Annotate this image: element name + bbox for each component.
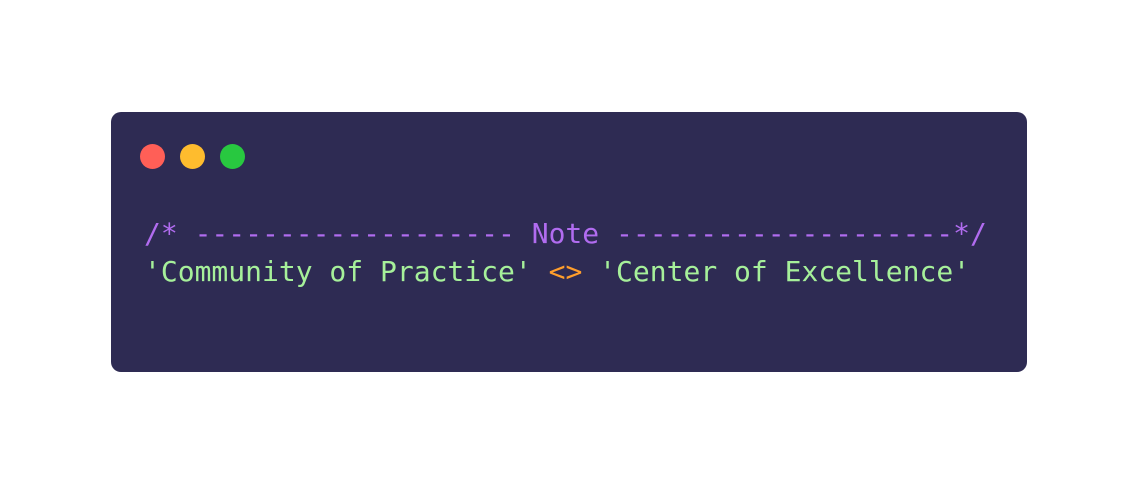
window-controls [140,144,245,169]
code-window: /* ------------------- Note ------------… [111,112,1027,372]
operator: <> [548,255,583,288]
minimize-button[interactable] [180,144,205,169]
comment-line: /* ------------------- Note ------------… [144,217,987,250]
code-block: /* ------------------- Note ------------… [144,215,987,291]
close-button[interactable] [140,144,165,169]
code-line: 'Community of Practice' <> 'Center of Ex… [144,253,987,291]
string-literal: 'Community of Practice' [144,255,532,288]
string-literal: 'Center of Excellence' [599,255,971,288]
maximize-button[interactable] [220,144,245,169]
